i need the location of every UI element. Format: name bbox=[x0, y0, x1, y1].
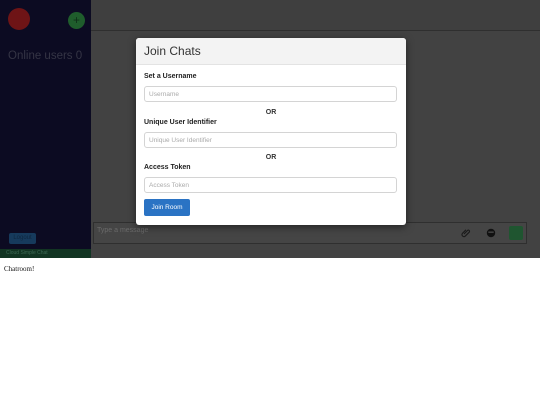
logout-button[interactable]: Logout bbox=[9, 233, 36, 244]
page-caption: Chatroom! bbox=[4, 265, 35, 273]
emoji-icon[interactable] bbox=[486, 228, 496, 238]
chat-header bbox=[91, 0, 540, 31]
send-button[interactable] bbox=[509, 226, 523, 240]
username-label: Set a Username bbox=[144, 73, 197, 80]
online-users-count: Online users 0 bbox=[8, 50, 83, 62]
sidebar: + Online users 0 Logout Cloud Simple Cha… bbox=[0, 0, 91, 258]
username-input[interactable] bbox=[144, 86, 397, 102]
or-divider: OR bbox=[265, 109, 277, 116]
footer-link[interactable]: Cloud Simple Chat bbox=[0, 249, 91, 258]
modal-header: Join Chats bbox=[136, 38, 406, 65]
message-composer: Type a message bbox=[93, 222, 527, 244]
uid-label: Unique User Identifier bbox=[144, 119, 217, 126]
paperclip-icon[interactable] bbox=[461, 228, 471, 238]
uid-input[interactable] bbox=[144, 132, 397, 148]
or-divider: OR bbox=[265, 154, 277, 161]
join-room-button[interactable]: Join Room bbox=[144, 199, 190, 216]
add-chat-button[interactable]: + bbox=[68, 12, 85, 29]
modal-title: Join Chats bbox=[144, 44, 201, 58]
avatar[interactable] bbox=[8, 8, 30, 30]
token-label: Access Token bbox=[144, 164, 191, 171]
token-input[interactable] bbox=[144, 177, 397, 193]
join-chats-modal: Join Chats Set a Username OR Unique User… bbox=[136, 38, 406, 225]
message-input[interactable]: Type a message bbox=[97, 227, 148, 234]
